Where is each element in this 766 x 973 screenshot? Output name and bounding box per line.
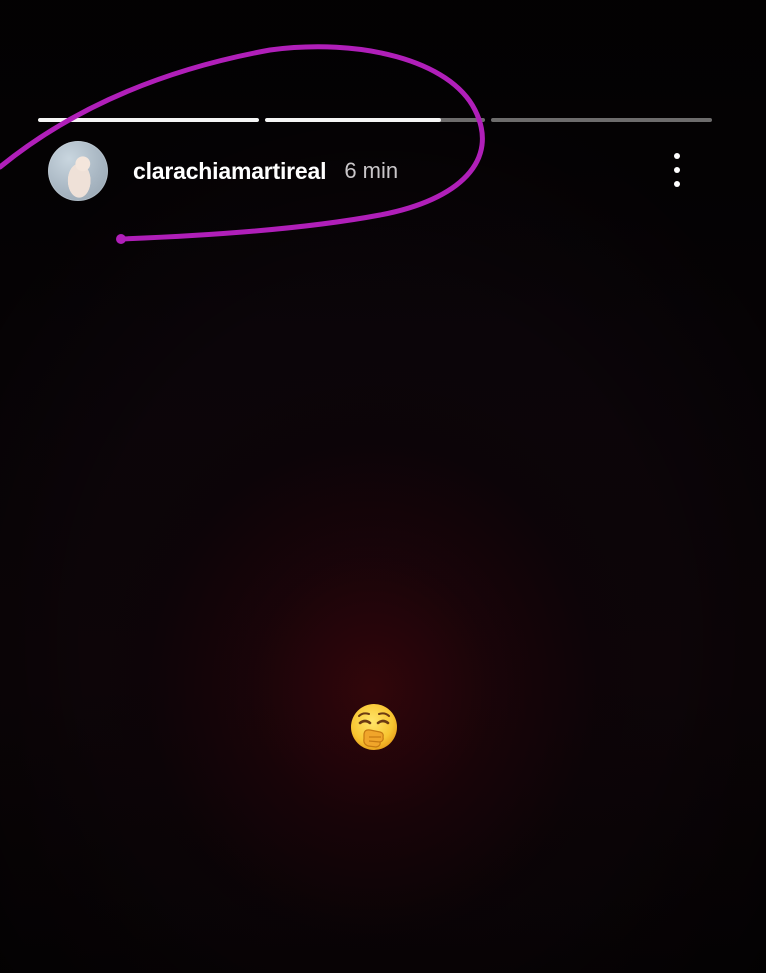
emoji-hand xyxy=(363,729,384,748)
story-viewer[interactable]: clarachiamartireal 6 min xyxy=(0,0,766,973)
annotation-loop-stroke xyxy=(0,44,485,242)
highlight-annotation xyxy=(0,44,485,244)
annotation-end-dot xyxy=(116,234,126,244)
yawning-face-emoji[interactable] xyxy=(348,701,400,753)
